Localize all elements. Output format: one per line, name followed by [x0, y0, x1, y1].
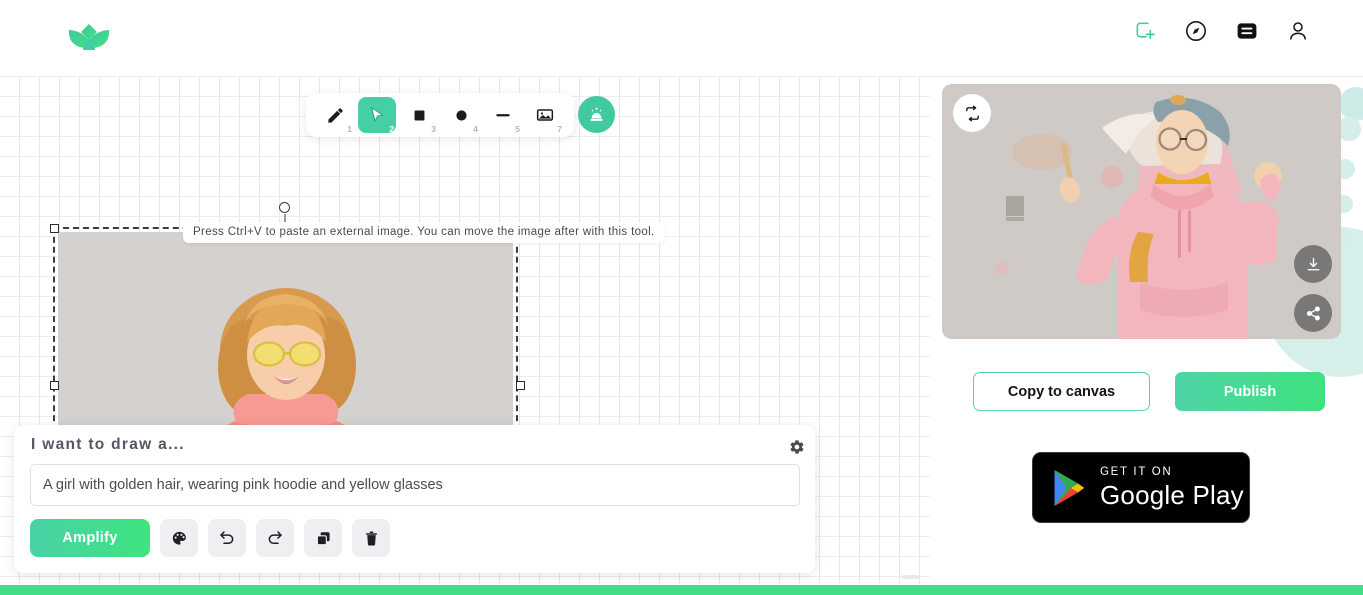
publish-button[interactable]: Publish: [1175, 372, 1325, 411]
share-icon[interactable]: [1294, 294, 1332, 332]
paste-tooltip: Press Ctrl+V to paste an external image.…: [183, 222, 665, 243]
google-play-small-text: GET IT ON: [1100, 466, 1173, 479]
google-play-big-text: Google Play: [1100, 479, 1244, 510]
result-actions: Copy to canvas Publish: [973, 372, 1325, 411]
google-play-badge[interactable]: GET IT ON Google Play: [1032, 452, 1250, 523]
tool-toolbar: 1 2 3 4 5 7: [306, 93, 574, 137]
palette-button[interactable]: [160, 519, 198, 557]
image-tool[interactable]: 7: [526, 97, 564, 134]
delete-button[interactable]: [352, 519, 390, 557]
amplify-button[interactable]: Amplify: [30, 519, 150, 557]
result-panel: Copy to canvas Publish GET IT ON Google …: [930, 77, 1363, 595]
app-root: Press Ctrl+V to paste an external image.…: [0, 0, 1363, 595]
resize-handle-middle-right[interactable]: [516, 381, 525, 390]
prompt-input[interactable]: [30, 464, 800, 506]
copy-to-canvas-button[interactable]: Copy to canvas: [973, 372, 1150, 411]
tool-number: 1: [347, 124, 352, 134]
ellipse-tool[interactable]: 4: [442, 97, 480, 134]
prompt-title: I want to draw a...: [31, 436, 185, 453]
bottom-accent-bar: [0, 585, 1363, 595]
duplicate-button[interactable]: [304, 519, 342, 557]
resize-handle-top-left[interactable]: [50, 224, 59, 233]
gear-icon[interactable]: [787, 437, 807, 457]
rotation-handle-circle: [279, 202, 290, 213]
prompt-panel: I want to draw a... Amplify: [14, 425, 815, 573]
select-tool[interactable]: 2: [358, 97, 396, 134]
google-play-text: GET IT ON Google Play: [1100, 467, 1244, 508]
tool-number: 3: [431, 124, 436, 134]
tool-number: 7: [557, 124, 562, 134]
tool-number: 4: [473, 124, 478, 134]
redo-button[interactable]: [256, 519, 294, 557]
google-play-triangle-icon: [1054, 469, 1085, 506]
lotus-logo[interactable]: [66, 16, 112, 62]
decoration-circle: [1339, 87, 1363, 121]
prompt-action-group: Amplify: [30, 519, 390, 557]
user-account-icon[interactable]: [1285, 18, 1311, 44]
generated-image-preview[interactable]: [942, 84, 1341, 339]
pencil-tool[interactable]: 1: [316, 97, 354, 134]
resize-handle-middle-left[interactable]: [50, 381, 59, 390]
add-square-icon[interactable]: [1132, 18, 1158, 44]
download-icon[interactable]: [1294, 245, 1332, 283]
canvas-scrollbar[interactable]: [902, 575, 919, 579]
header-icon-group: [1132, 18, 1311, 44]
compass-icon[interactable]: [1183, 18, 1209, 44]
refresh-loop-icon[interactable]: [953, 94, 991, 132]
app-header: [0, 0, 1363, 77]
line-tool[interactable]: 5: [484, 97, 522, 134]
tool-number: 2: [389, 124, 394, 134]
tool-number: 5: [515, 124, 520, 134]
rectangle-tool[interactable]: 3: [400, 97, 438, 134]
alarm-magic-icon[interactable]: [578, 96, 615, 133]
undo-button[interactable]: [208, 519, 246, 557]
menu-list-icon[interactable]: [1234, 18, 1260, 44]
